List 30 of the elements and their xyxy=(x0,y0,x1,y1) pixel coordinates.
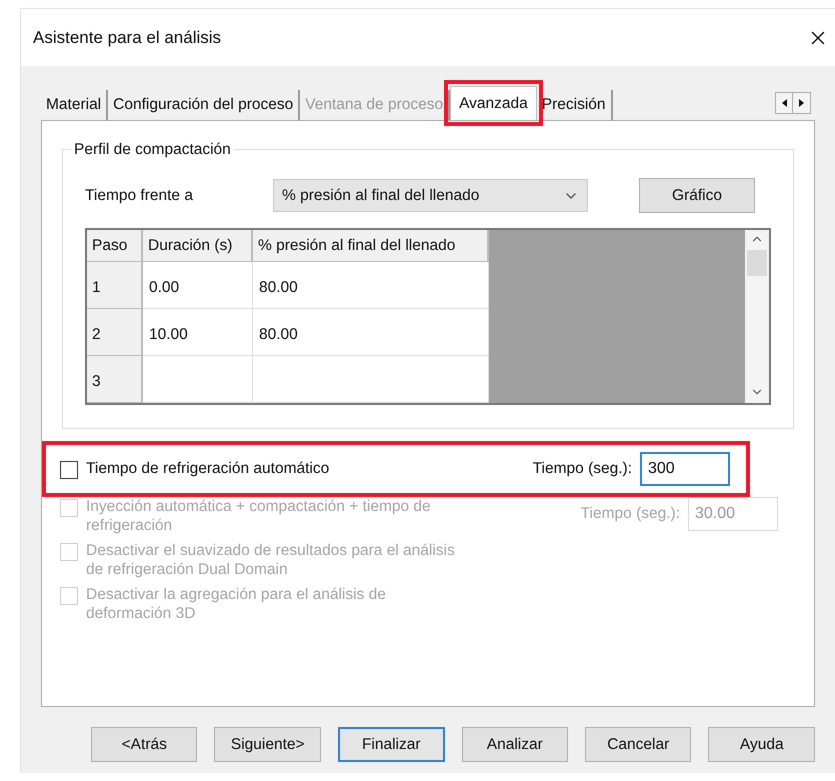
dialog-button[interactable]: Cancelar xyxy=(585,727,692,762)
row-header: 2 xyxy=(87,309,143,356)
column-header: Paso xyxy=(87,230,143,262)
table-cell: 0.00 xyxy=(143,262,253,309)
time-label: Tiempo (seg.): xyxy=(580,504,680,524)
scrollbar[interactable] xyxy=(745,230,769,403)
dropdown[interactable]: % presión al final del llenado xyxy=(273,179,588,212)
time-label: Tiempo (seg.): xyxy=(532,459,632,480)
time-input[interactable]: 300 xyxy=(640,452,730,486)
row-header: 3 xyxy=(87,356,143,403)
graph-button[interactable]: Gráfico xyxy=(639,178,755,213)
checkbox-label: Desactivar la agregación para el análisis de deformación 3D xyxy=(86,585,387,623)
table-cell: 10.00 xyxy=(143,309,253,356)
left-triangle-icon xyxy=(782,99,786,107)
column-header: Duración (s) xyxy=(143,230,253,262)
checkbox-label: Inyección automática + compactación + tiempo de refrigeración xyxy=(86,497,432,535)
dialog-button[interactable]: Finalizar xyxy=(338,727,445,762)
scrollbar-thumb[interactable] xyxy=(747,250,767,276)
dialog-button[interactable]: Ayuda xyxy=(708,727,815,762)
checkbox-label: Tiempo de refrigeración automático xyxy=(86,459,330,478)
checkbox-label: Desactivar el suavizado de resultados para el análisis de refrigeración Dual Domain xyxy=(86,541,456,579)
checkbox[interactable] xyxy=(60,461,78,479)
dialog-button[interactable]: <Atrás xyxy=(91,727,198,762)
column-header: % presión al final del llenado xyxy=(253,230,489,262)
row-header: 1 xyxy=(87,262,143,309)
dialog-button[interactable]: Siguiente> xyxy=(214,727,321,762)
dialog-button[interactable]: Analizar xyxy=(462,727,568,762)
field-label: Tiempo frente a xyxy=(85,186,194,206)
right-triangle-icon xyxy=(799,99,804,107)
window-title: Asistente para el análisis xyxy=(33,26,222,49)
